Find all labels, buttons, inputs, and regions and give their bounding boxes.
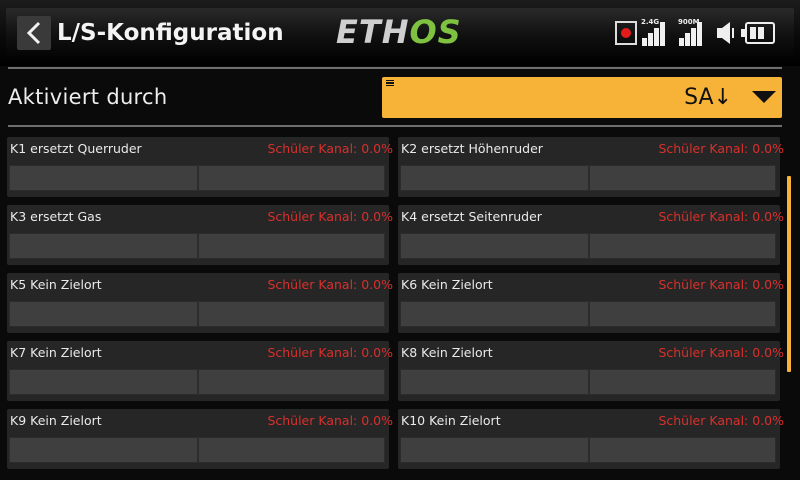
channel-mode-field[interactable] [198,369,385,395]
chevron-left-icon [26,21,41,45]
channel-mode-field[interactable] [589,301,776,327]
channel-card: K1 ersetzt Querruder Schüler Kanal: 0.0% [7,137,393,197]
channel-name: K3 ersetzt Gas [10,209,102,224]
ethos-logo: ETHOS [336,13,462,51]
channel-mode-field[interactable] [589,369,776,395]
signal-900m-icon[interactable] [679,18,707,46]
activation-switch-value: SA↓ [684,85,732,110]
record-icon[interactable] [615,21,637,45]
trainer-channel-value: Schüler Kanal: 0.0% [267,141,393,156]
channel-mode-field[interactable] [198,165,385,191]
channel-name: K7 Kein Zielort [10,345,102,360]
trainer-channel-value: Schüler Kanal: 0.0% [267,277,393,292]
channel-function-field[interactable] [9,165,198,191]
channel-card: K7 Kein Zielort Schüler Kanal: 0.0% [7,341,393,401]
channel-card: K9 Kein Zielort Schüler Kanal: 0.0% [7,409,393,469]
channel-function-field[interactable] [400,301,589,327]
channel-card: K2 ersetzt Höhenruder Schüler Kanal: 0.0… [398,137,784,197]
channel-card: K8 Kein Zielort Schüler Kanal: 0.0% [398,341,784,401]
channel-function-field[interactable] [9,233,198,259]
divider [8,125,782,127]
activation-label: Aktiviert durch [8,85,168,109]
dropdown-arrow-icon [752,91,776,103]
scrollbar[interactable] [787,176,791,372]
channel-name: K1 ersetzt Querruder [10,141,142,156]
channel-mode-field[interactable] [589,437,776,463]
channel-card: K3 ersetzt Gas Schüler Kanal: 0.0% [7,205,393,265]
channel-name: K2 ersetzt Höhenruder [401,141,543,156]
channel-card: K6 Kein Zielort Schüler Kanal: 0.0% [398,273,784,333]
channel-card: K4 ersetzt Seitenruder Schüler Kanal: 0.… [398,205,784,265]
channel-function-field[interactable] [9,369,198,395]
trainer-channel-value: Schüler Kanal: 0.0% [267,345,393,360]
channel-name: K5 Kein Zielort [10,277,102,292]
trainer-channel-value: Schüler Kanal: 0.0% [658,209,784,224]
trainer-channel-value: Schüler Kanal: 0.0% [267,413,393,428]
trainer-channel-value: Schüler Kanal: 0.0% [658,413,784,428]
channel-card: K5 Kein Zielort Schüler Kanal: 0.0% [7,273,393,333]
channel-mode-field[interactable] [198,301,385,327]
divider [8,67,782,69]
channel-function-field[interactable] [400,437,589,463]
battery-icon[interactable] [741,22,775,44]
channel-name: K4 ersetzt Seitenruder [401,209,542,224]
channel-name: K8 Kein Zielort [401,345,493,360]
speaker-icon[interactable] [716,20,742,46]
channel-function-field[interactable] [400,369,589,395]
channel-function-field[interactable] [9,301,198,327]
channel-card: K10 Kein Zielort Schüler Kanal: 0.0% [398,409,784,469]
channel-name: K6 Kein Zielort [401,277,493,292]
channel-mode-field[interactable] [589,233,776,259]
channel-mode-field[interactable] [198,233,385,259]
channel-name: K10 Kein Zielort [401,413,501,428]
trainer-channel-value: Schüler Kanal: 0.0% [267,209,393,224]
trainer-channel-value: Schüler Kanal: 0.0% [658,141,784,156]
channel-function-field[interactable] [400,165,589,191]
channel-name: K9 Kein Zielort [10,413,102,428]
channel-mode-field[interactable] [589,165,776,191]
page-title: L/S-Konfiguration [57,20,284,46]
activation-switch-select[interactable]: SA↓ [382,77,782,118]
trainer-channel-value: Schüler Kanal: 0.0% [658,345,784,360]
channel-function-field[interactable] [400,233,589,259]
back-button[interactable] [17,16,51,50]
signal-24g-icon[interactable] [642,18,670,46]
channel-function-field[interactable] [9,437,198,463]
trainer-channel-value: Schüler Kanal: 0.0% [658,277,784,292]
menu-icon [386,80,394,86]
channel-mode-field[interactable] [198,437,385,463]
